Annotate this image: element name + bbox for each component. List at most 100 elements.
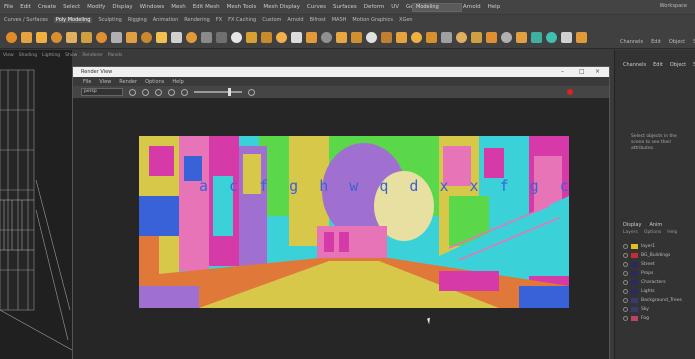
visibility-icon[interactable]: [623, 316, 628, 321]
menu-edit-mesh[interactable]: Edit Mesh: [193, 4, 220, 10]
menu-curves[interactable]: Curves: [307, 4, 326, 10]
viewport-menu-item[interactable]: Renderer: [82, 53, 103, 61]
visibility-icon[interactable]: [623, 298, 628, 303]
visibility-icon[interactable]: [623, 271, 628, 276]
shelf-tab[interactable]: Sculpting: [98, 17, 121, 23]
snapshot-icon[interactable]: [168, 88, 175, 96]
exposure-icon[interactable]: [181, 88, 188, 96]
layer-color-swatch[interactable]: [631, 289, 638, 294]
layer-row[interactable]: BG_Buildings: [623, 251, 693, 260]
shelf-tool-icon[interactable]: [306, 31, 317, 43]
layer-color-swatch[interactable]: [631, 271, 638, 276]
panel-header-tab[interactable]: Object: [669, 39, 685, 45]
shelf-tab[interactable]: Bifrost: [310, 17, 326, 23]
shelf-tool-icon[interactable]: [66, 31, 77, 43]
menu-modify[interactable]: Modify: [87, 4, 105, 10]
layer-editor-menu-item[interactable]: Options: [644, 230, 661, 235]
shelf-tool-icon[interactable]: [531, 31, 542, 43]
viewport-menu-item[interactable]: Show: [65, 53, 77, 61]
render-canvas[interactable]: a c f g h w q d x x f g c: [73, 98, 609, 359]
shelf-tool-icon[interactable]: [396, 31, 407, 43]
shelf-tool-icon[interactable]: [516, 31, 527, 43]
shelf-tool-icon[interactable]: [96, 31, 107, 43]
shelf-tab[interactable]: FX: [216, 17, 222, 23]
workspace-select[interactable]: Workspace: [660, 3, 687, 9]
channel-box-tab[interactable]: Channels: [623, 62, 646, 68]
shelf-tool-icon[interactable]: [471, 31, 482, 43]
menu-uv[interactable]: UV: [391, 4, 399, 10]
menu-help[interactable]: Help: [488, 4, 501, 10]
visibility-icon[interactable]: [623, 289, 628, 294]
shelf-tool-icon[interactable]: [456, 31, 467, 43]
menu-mesh-tools[interactable]: Mesh Tools: [227, 4, 257, 10]
viewport-menu-item[interactable]: Panels: [108, 53, 122, 61]
layer-editor-menu-item[interactable]: Layers: [623, 230, 638, 235]
layer-color-swatch[interactable]: [631, 307, 638, 312]
menu-select[interactable]: Select: [63, 4, 80, 10]
minimize-icon[interactable]: –: [561, 68, 564, 75]
render-view-menu-item[interactable]: Options: [145, 79, 164, 85]
layer-color-swatch[interactable]: [631, 280, 638, 285]
shelf-tool-icon[interactable]: [6, 31, 17, 43]
shelf-tool-icon[interactable]: [156, 31, 167, 43]
shelf-tool-icon[interactable]: [171, 31, 182, 43]
menu-mesh[interactable]: Mesh: [171, 4, 185, 10]
shelf-tool-icon[interactable]: [21, 31, 32, 43]
shelf-tool-icon[interactable]: [426, 31, 437, 43]
layer-row[interactable]: Street: [623, 260, 693, 269]
shelf-tab[interactable]: Custom: [262, 17, 281, 23]
render-view-menu-item[interactable]: Render: [119, 79, 137, 85]
visibility-icon[interactable]: [623, 253, 628, 258]
menu-deform[interactable]: Deform: [364, 4, 384, 10]
menu-create[interactable]: Create: [38, 4, 56, 10]
shelf-tool-icon[interactable]: [246, 31, 257, 43]
layer-editor-menu-item[interactable]: Help: [667, 230, 677, 235]
shelf-tab[interactable]: Rigging: [128, 17, 147, 23]
shelf-tab[interactable]: Arnold: [287, 17, 303, 23]
shelf-tool-icon[interactable]: [486, 31, 497, 43]
shelf-tool-icon[interactable]: [261, 31, 272, 43]
layer-color-swatch[interactable]: [631, 244, 638, 249]
channel-box-tab[interactable]: Edit: [653, 62, 663, 68]
shelf-tool-icon[interactable]: [291, 31, 302, 43]
menu-arnold[interactable]: Arnold: [463, 4, 481, 10]
shelf-tool-icon[interactable]: [351, 31, 362, 43]
record-icon[interactable]: [567, 89, 573, 95]
mode-select[interactable]: Modeling: [412, 3, 462, 12]
shelf-tool-icon[interactable]: [36, 31, 47, 43]
shelf-tool-icon[interactable]: [276, 31, 287, 43]
shelf-tool-icon[interactable]: [141, 31, 152, 43]
refresh-icon[interactable]: [155, 88, 162, 96]
shelf-tab[interactable]: Animation: [153, 17, 179, 23]
layer-row[interactable]: Lights: [623, 287, 693, 296]
maximize-icon[interactable]: □: [579, 68, 585, 75]
shelf-tool-icon[interactable]: [546, 31, 557, 43]
layer-row[interactable]: layer1: [623, 242, 693, 251]
panel-header-tab[interactable]: Channels: [620, 39, 643, 45]
shelf-tool-icon[interactable]: [321, 31, 332, 43]
menu-edit[interactable]: Edit: [20, 4, 31, 10]
shelf-tool-icon[interactable]: [231, 31, 242, 43]
render-view-menu-item[interactable]: File: [83, 79, 91, 85]
layer-editor-tab[interactable]: Anim: [649, 222, 662, 228]
shelf-tool-icon[interactable]: [216, 31, 227, 43]
layer-row[interactable]: Background_Trees: [623, 296, 693, 305]
shelf-tool-icon[interactable]: [366, 31, 377, 43]
visibility-icon[interactable]: [623, 244, 628, 249]
ipr-icon[interactable]: [142, 88, 149, 96]
shelf-tab[interactable]: MASH: [332, 17, 347, 23]
shelf-tool-icon[interactable]: [441, 31, 452, 43]
menu-surfaces[interactable]: Surfaces: [333, 4, 357, 10]
menu-mesh-display[interactable]: Mesh Display: [263, 4, 300, 10]
gamma-icon[interactable]: [248, 88, 255, 96]
shelf-tool-icon[interactable]: [186, 31, 197, 43]
viewport-left[interactable]: [0, 50, 72, 359]
shelf-tool-icon[interactable]: [381, 31, 392, 43]
render-view-menu-item[interactable]: View: [99, 79, 111, 85]
layer-row[interactable]: Sky: [623, 305, 693, 314]
shelf-tool-icon[interactable]: [576, 31, 587, 43]
visibility-icon[interactable]: [623, 262, 628, 267]
layer-editor-tab[interactable]: Display: [623, 222, 641, 228]
shelf-tool-icon[interactable]: [111, 31, 122, 43]
panel-header-tab[interactable]: Edit: [651, 39, 661, 45]
